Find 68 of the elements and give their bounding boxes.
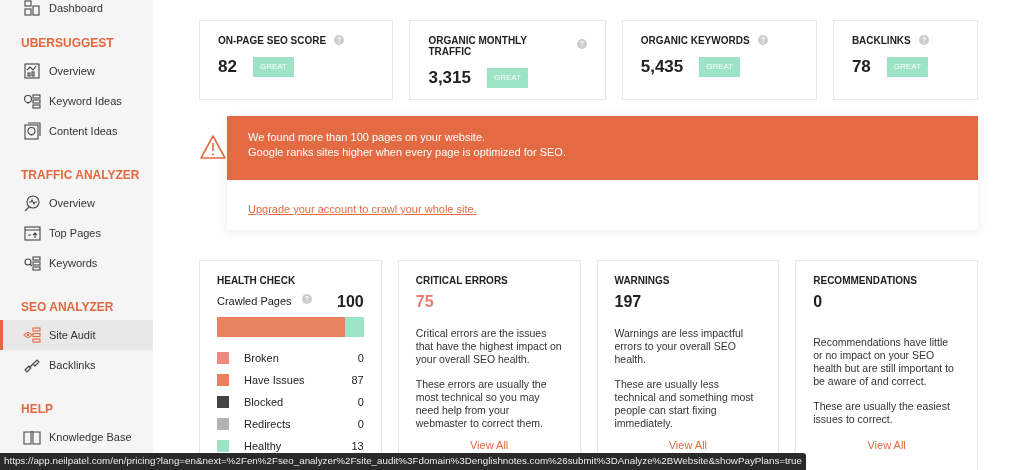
sidebar-item[interactable]: Site Audit [0, 320, 153, 350]
description-text: Recommendations have little or no impact on your SEO health but are still important to be aware of and correct. [813, 336, 955, 388]
rating-badge: GREAT [886, 56, 928, 77]
legend-label: Healthy [244, 438, 282, 454]
metric-label: ORGANIC KEYWORDS [640, 35, 750, 46]
search-list-icon [23, 254, 41, 272]
section-heading: TRAFFIC ANALYZER [20, 167, 141, 184]
help-icon[interactable] [334, 35, 345, 45]
description-text: Warnings are less impactful errors to your overall SEO health. [614, 327, 745, 366]
rating-badge: GREAT [252, 56, 294, 77]
legend-count: 0 [357, 416, 364, 432]
sidebar-item[interactable]: Backlinks [0, 350, 153, 380]
description-text: Critical errors are the issues that have the highest impact on your overall SEO health. [415, 327, 563, 366]
metric-value: 78 [851, 56, 871, 78]
legend-count: 0 [357, 350, 364, 366]
legend-label: Broken [244, 350, 279, 366]
metric-value: 5,435 [640, 56, 684, 78]
legend-count: 13 [351, 438, 364, 454]
sidebar-item[interactable]: Dashboard [0, 0, 153, 16]
legend-label: Redirects [244, 416, 291, 432]
help-icon[interactable] [301, 293, 312, 304]
issue-count: 0 [813, 292, 824, 311]
bulb-list-icon [23, 92, 41, 110]
sidebar-item[interactable]: Content Ideas [0, 116, 153, 146]
metric-value: 82 [218, 56, 237, 78]
legend-count: 0 [357, 394, 364, 410]
description-text: These are usually the easiest issues to correct. [813, 400, 951, 426]
crawled-count: 100 [337, 292, 364, 311]
sidebar-item[interactable]: Knowledge Base [0, 422, 153, 452]
metric-label: BACKLINKS [851, 35, 911, 46]
section-heading: UBERSUGGEST [20, 35, 115, 52]
crawled-label: Crawled Pages [217, 294, 292, 309]
status-url: https://app.neilpatel.com/en/pricing?lang=en&next=%2Fen%2Fseo_analyzer%2Fsite_audit%3Fdomain%3Denglishnotes.com%26submit%3DAnalyze%2BWebsite&showPayPlans=true [0, 453, 806, 470]
rating-badge: GREAT [699, 56, 741, 77]
card-title: HEALTH CHECK [217, 274, 297, 288]
description-text: These are usually less technical and something most people can start fixing immediately. [614, 378, 755, 430]
sidebar-item[interactable]: Top Pages [0, 218, 153, 248]
help-icon[interactable] [757, 35, 768, 45]
legend-label: Blocked [244, 394, 284, 410]
chart-icon [23, 62, 41, 80]
book-icon [23, 428, 41, 446]
rating-badge: GREAT [487, 67, 528, 88]
metric-label: ON-PAGE SEO SCORE [218, 35, 327, 46]
sidebar-item[interactable]: Overview [0, 56, 153, 86]
magnifier-icon [23, 194, 41, 212]
alert-text: Google ranks sites higher when every page is optimized for SEO. [248, 145, 567, 160]
bulb-icon [23, 122, 41, 140]
description-text: These errors are usually the most technical so you may need help from your webmaster to correct them. [415, 378, 548, 430]
card-title: RECOMMENDATIONS [813, 274, 918, 288]
sidebar-item[interactable]: Overview [0, 188, 153, 218]
metric-value: 3,315 [428, 67, 471, 89]
window-icon [23, 224, 41, 242]
section-heading: SEO ANALYZER [20, 299, 115, 316]
metric-label: ORGANIC MONTHLY TRAFFIC [428, 35, 528, 57]
layout-icon [23, 0, 41, 17]
card-title: WARNINGS [614, 274, 671, 288]
section-heading: HELP [20, 401, 54, 418]
help-icon[interactable] [576, 39, 587, 49]
help-icon[interactable] [918, 35, 929, 45]
sidebar-item[interactable]: Keyword Ideas [0, 86, 153, 116]
eye-list-icon [23, 326, 41, 344]
legend-count: 87 [351, 372, 364, 388]
sidebar-item[interactable]: Keywords [0, 248, 153, 278]
issue-count: 197 [614, 292, 643, 311]
legend-label: Have Issues [244, 372, 305, 388]
alert-text: We found more than 100 pages on your website. [248, 130, 487, 145]
card-title: CRITICAL ERRORS [415, 274, 509, 288]
issue-count: 75 [415, 292, 435, 311]
